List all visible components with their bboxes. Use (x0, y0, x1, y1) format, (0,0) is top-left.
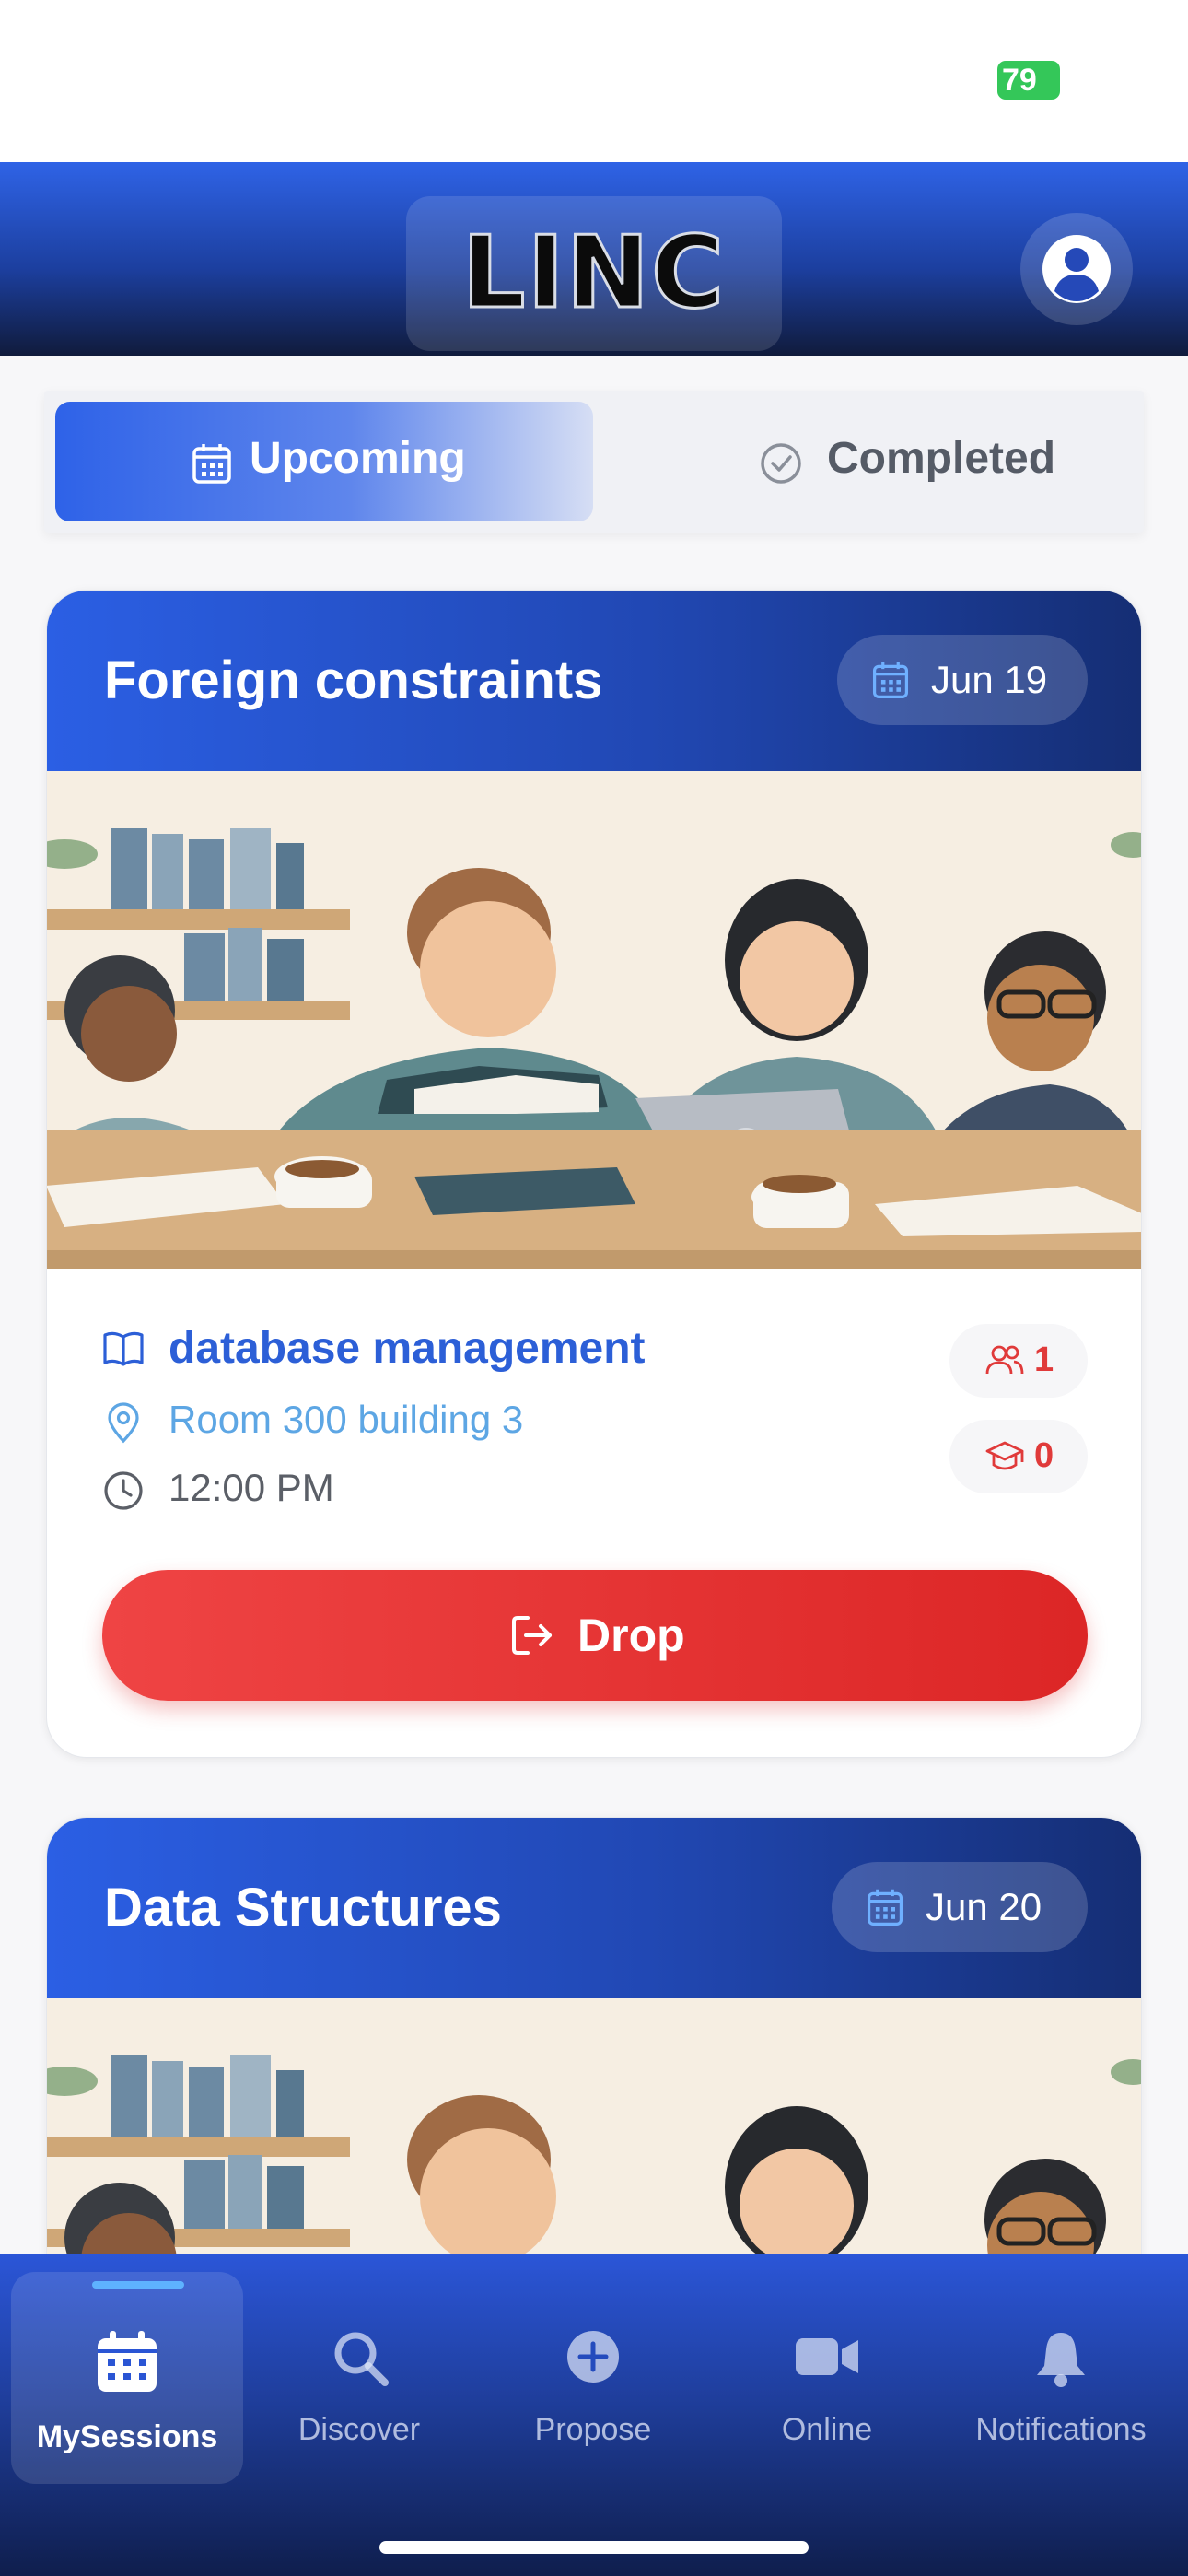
session-date-badge: Jun 19 (837, 635, 1088, 725)
clock-icon (104, 1471, 143, 1510)
nav-item-propose[interactable]: Propose (475, 2272, 711, 2484)
session-date-badge: Jun 20 (832, 1862, 1088, 1952)
nav-item-online[interactable]: Online (711, 2272, 943, 2484)
session-time: 12:00 PM (169, 1466, 334, 1509)
study-group-illustration (47, 771, 1141, 1269)
logout-icon (512, 1616, 552, 1655)
nav-item-mysessions[interactable]: MySessions (11, 2272, 243, 2484)
home-indicator[interactable] (379, 2541, 809, 2554)
calendar-icon (872, 662, 909, 698)
session-card-header: Foreign constraints Jun 19 (47, 591, 1141, 771)
app-logo[interactable]: LINC (406, 196, 782, 351)
plus-circle-icon (567, 2331, 619, 2383)
user-circle-icon (1042, 235, 1111, 303)
nav-item-notifications[interactable]: Notifications (943, 2272, 1179, 2484)
tab-upcoming[interactable]: Upcoming (55, 402, 593, 521)
check-circle-icon (761, 443, 801, 484)
calendar-icon (98, 2331, 157, 2392)
session-card-header: Data Structures Jun 20 (47, 1818, 1141, 1998)
session-card[interactable]: Foreign constraints Jun 19 database mana… (46, 590, 1142, 1758)
calendar-icon (867, 1889, 903, 1926)
status-bar: 79 (0, 0, 1188, 162)
tab-completed-label: Completed (827, 434, 1056, 483)
search-icon (334, 2332, 389, 2386)
profile-button[interactable] (1020, 213, 1133, 325)
session-tabs: Upcoming Completed (44, 391, 1144, 533)
session-subject: database management (169, 1324, 646, 1373)
session-date: Jun 20 (926, 1885, 1042, 1928)
battery-indicator: 79 (997, 61, 1060, 100)
tutors-count: 0 (1034, 1436, 1054, 1475)
nav-item-discover[interactable]: Discover (243, 2272, 475, 2484)
app-header: LINC (0, 162, 1188, 356)
session-title: Foreign constraints (104, 650, 603, 710)
tab-completed[interactable]: Completed (606, 402, 1133, 521)
drop-session-button[interactable]: Drop (102, 1570, 1088, 1701)
participants-count-badge: 1 (949, 1324, 1088, 1398)
graduation-cap-icon (985, 1441, 1024, 1470)
participants-count: 1 (1034, 1341, 1054, 1379)
users-icon (985, 1345, 1024, 1375)
tab-upcoming-label: Upcoming (250, 434, 466, 483)
app-screen: 79 LINC Upcoming Completed Foreign const… (0, 0, 1188, 2576)
book-icon (103, 1331, 144, 1366)
session-title: Data Structures (104, 1878, 502, 1938)
session-date: Jun 19 (931, 658, 1048, 701)
drop-button-label: Drop (577, 1610, 685, 1661)
video-icon (796, 2338, 858, 2375)
calendar-icon (192, 444, 231, 484)
session-location: Room 300 building 3 (169, 1398, 524, 1441)
nav-label: Notifications (975, 2412, 1147, 2447)
logo-text: LINC (460, 215, 727, 333)
location-pin-icon (108, 1402, 139, 1444)
bottom-navigation: MySessions Discover Propose Online Notif… (0, 2254, 1188, 2576)
bell-icon (1037, 2333, 1085, 2387)
nav-label: Propose (534, 2412, 652, 2447)
tutors-count-badge: 0 (949, 1420, 1088, 1493)
nav-label: Online (781, 2412, 873, 2447)
nav-label: MySessions (36, 2419, 218, 2454)
nav-label: Discover (297, 2412, 421, 2447)
active-tab-indicator (92, 2281, 184, 2289)
